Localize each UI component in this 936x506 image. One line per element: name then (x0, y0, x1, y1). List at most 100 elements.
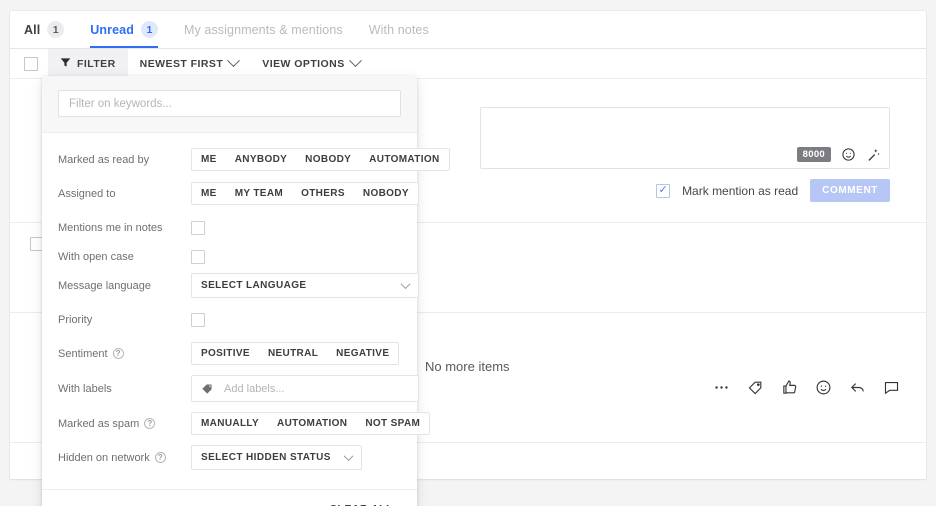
no-more-items-label: No more items (425, 359, 510, 374)
help-icon[interactable]: ? (154, 452, 166, 463)
more-options-icon[interactable] (713, 379, 730, 396)
filter-row-with-open-case: With open case (58, 244, 401, 269)
filter-row-priority: Priority (58, 307, 401, 332)
filter-label-text: Sentiment (58, 347, 108, 360)
segmented-assigned-to: ME MY TEAM OTHERS NOBODY (191, 182, 419, 205)
filter-control: POSITIVE NEUTRAL NEGATIVE (191, 342, 401, 365)
segment-option[interactable]: NOBODY (296, 149, 360, 170)
tab-bar: All 1 Unread 1 My assignments & mentions… (10, 11, 926, 49)
message-action-bar (713, 379, 900, 396)
segment-option[interactable]: NEGATIVE (327, 343, 398, 364)
filter-button[interactable]: FILTER (48, 48, 128, 79)
chevron-down-icon (400, 279, 411, 290)
filter-row-sentiment: Sentiment ? POSITIVE NEUTRAL NEGATIVE (58, 341, 401, 366)
select-all-checkbox[interactable] (24, 56, 38, 71)
message-language-select[interactable]: SELECT LANGUAGE (191, 273, 419, 298)
filter-row-with-labels: With labels Add labels... (58, 375, 419, 402)
keyword-filter-input[interactable] (58, 90, 401, 117)
filter-control (191, 220, 401, 235)
thumbs-up-icon[interactable] (781, 379, 798, 396)
message-language-value: SELECT LANGUAGE (201, 280, 307, 291)
tag-icon (201, 382, 214, 395)
segment-option[interactable]: MANUALLY (192, 413, 268, 434)
priority-checkbox[interactable] (191, 312, 205, 327)
filter-panel-body: Marked as read by ME ANYBODY NOBODY AUTO… (42, 133, 450, 489)
view-options-dropdown[interactable]: VIEW OPTIONS (250, 49, 371, 79)
screen: All 1 Unread 1 My assignments & mentions… (0, 0, 936, 506)
filter-label: Mentions me in notes (58, 222, 191, 234)
filter-label-text: With open case (58, 250, 134, 263)
comment-button[interactable]: COMMENT (810, 179, 890, 202)
filter-control: Add labels... (191, 375, 419, 402)
segment-option[interactable]: ANYBODY (226, 149, 296, 170)
reply-editor[interactable]: 8000 (480, 107, 890, 169)
mark-mention-as-read-checkbox[interactable]: ✓ (656, 183, 671, 198)
tab-my-assignments[interactable]: My assignments & mentions (184, 11, 343, 48)
tab-all[interactable]: All 1 (24, 11, 65, 48)
filter-label-text: Marked as read by (58, 153, 150, 166)
tab-unread-count: 1 (140, 21, 158, 38)
filter-label-text: Hidden on network (58, 451, 150, 464)
segmented-sentiment: POSITIVE NEUTRAL NEGATIVE (191, 342, 400, 365)
mentions-me-in-notes-checkbox[interactable] (191, 220, 205, 235)
filter-label: With open case (58, 251, 191, 263)
filter-panel-header (42, 76, 417, 133)
tag-icon[interactable] (747, 379, 764, 396)
filter-panel: Marked as read by ME ANYBODY NOBODY AUTO… (42, 76, 450, 506)
filter-label: Hidden on network ? (58, 452, 191, 464)
tab-unread[interactable]: Unread 1 (90, 11, 158, 48)
sort-dropdown[interactable]: NEWEST FIRST (128, 49, 251, 79)
tab-all-label: All (24, 22, 41, 37)
filter-control: MANUALLY AUTOMATION NOT SPAM (191, 412, 431, 435)
sort-dropdown-label: NEWEST FIRST (139, 57, 224, 70)
segment-option[interactable]: POSITIVE (192, 343, 259, 364)
tab-with-notes[interactable]: With notes (369, 11, 429, 48)
tab-unread-label: Unread (90, 22, 134, 37)
comment-icon[interactable] (883, 379, 900, 396)
help-icon[interactable]: ? (112, 348, 124, 359)
filter-label-text: Assigned to (58, 187, 116, 200)
character-counter: 8000 (796, 147, 831, 162)
magic-wand-icon[interactable] (866, 147, 881, 162)
filter-label: Message language (58, 280, 191, 292)
segment-option[interactable]: AUTOMATION (268, 413, 356, 434)
filter-label-text: Priority (58, 313, 93, 326)
segment-option[interactable]: OTHERS (292, 183, 354, 204)
filter-row-assigned-to: Assigned to ME MY TEAM OTHERS NOBODY (58, 181, 419, 206)
emoji-icon[interactable] (841, 147, 856, 162)
reply-icon[interactable] (849, 379, 866, 396)
segment-option[interactable]: NOBODY (354, 183, 418, 204)
segment-option[interactable]: AUTOMATION (360, 149, 448, 170)
tab-my-assignments-label: My assignments & mentions (183, 22, 343, 37)
labels-input[interactable]: Add labels... (191, 375, 419, 402)
filter-row-marked-as-spam: Marked as spam ? MANUALLY AUTOMATION NOT… (58, 411, 431, 436)
mark-mention-as-read-label: Mark mention as read (682, 183, 799, 198)
emoji-icon[interactable] (815, 379, 832, 396)
segment-option[interactable]: ME (192, 183, 226, 204)
filter-row-hidden-on-network: Hidden on network ? SELECT HIDDEN STATUS (58, 445, 401, 470)
filter-icon (60, 57, 71, 71)
filter-label-text: Message language (58, 279, 151, 292)
tab-all-count: 1 (47, 21, 65, 38)
hidden-status-select[interactable]: SELECT HIDDEN STATUS (191, 445, 362, 470)
filter-label-text: Marked as spam (58, 417, 140, 430)
filter-label: With labels (58, 383, 191, 395)
segment-option[interactable]: MY TEAM (226, 183, 292, 204)
filter-row-message-language: Message language SELECT LANGUAGE (58, 273, 419, 298)
segment-option[interactable]: ME (192, 149, 226, 170)
segment-option[interactable]: NEUTRAL (259, 343, 327, 364)
filter-label: Marked as spam ? (58, 418, 191, 430)
filter-control: SELECT HIDDEN STATUS (191, 445, 401, 470)
with-open-case-checkbox[interactable] (191, 249, 205, 264)
segmented-marked-as-read-by: ME ANYBODY NOBODY AUTOMATION (191, 148, 450, 171)
segment-option[interactable]: NOT SPAM (356, 413, 429, 434)
hidden-status-value: SELECT HIDDEN STATUS (201, 452, 331, 463)
filter-button-label: FILTER (77, 57, 116, 70)
tab-with-notes-label: With notes (368, 22, 429, 37)
filter-control: ME ANYBODY NOBODY AUTOMATION (191, 148, 450, 171)
filter-label: Assigned to (58, 188, 191, 200)
filter-row-mentions-me-in-notes: Mentions me in notes (58, 215, 401, 240)
help-icon[interactable]: ? (144, 418, 156, 429)
filter-control: SELECT LANGUAGE (191, 273, 419, 298)
view-options-label: VIEW OPTIONS (262, 57, 345, 70)
